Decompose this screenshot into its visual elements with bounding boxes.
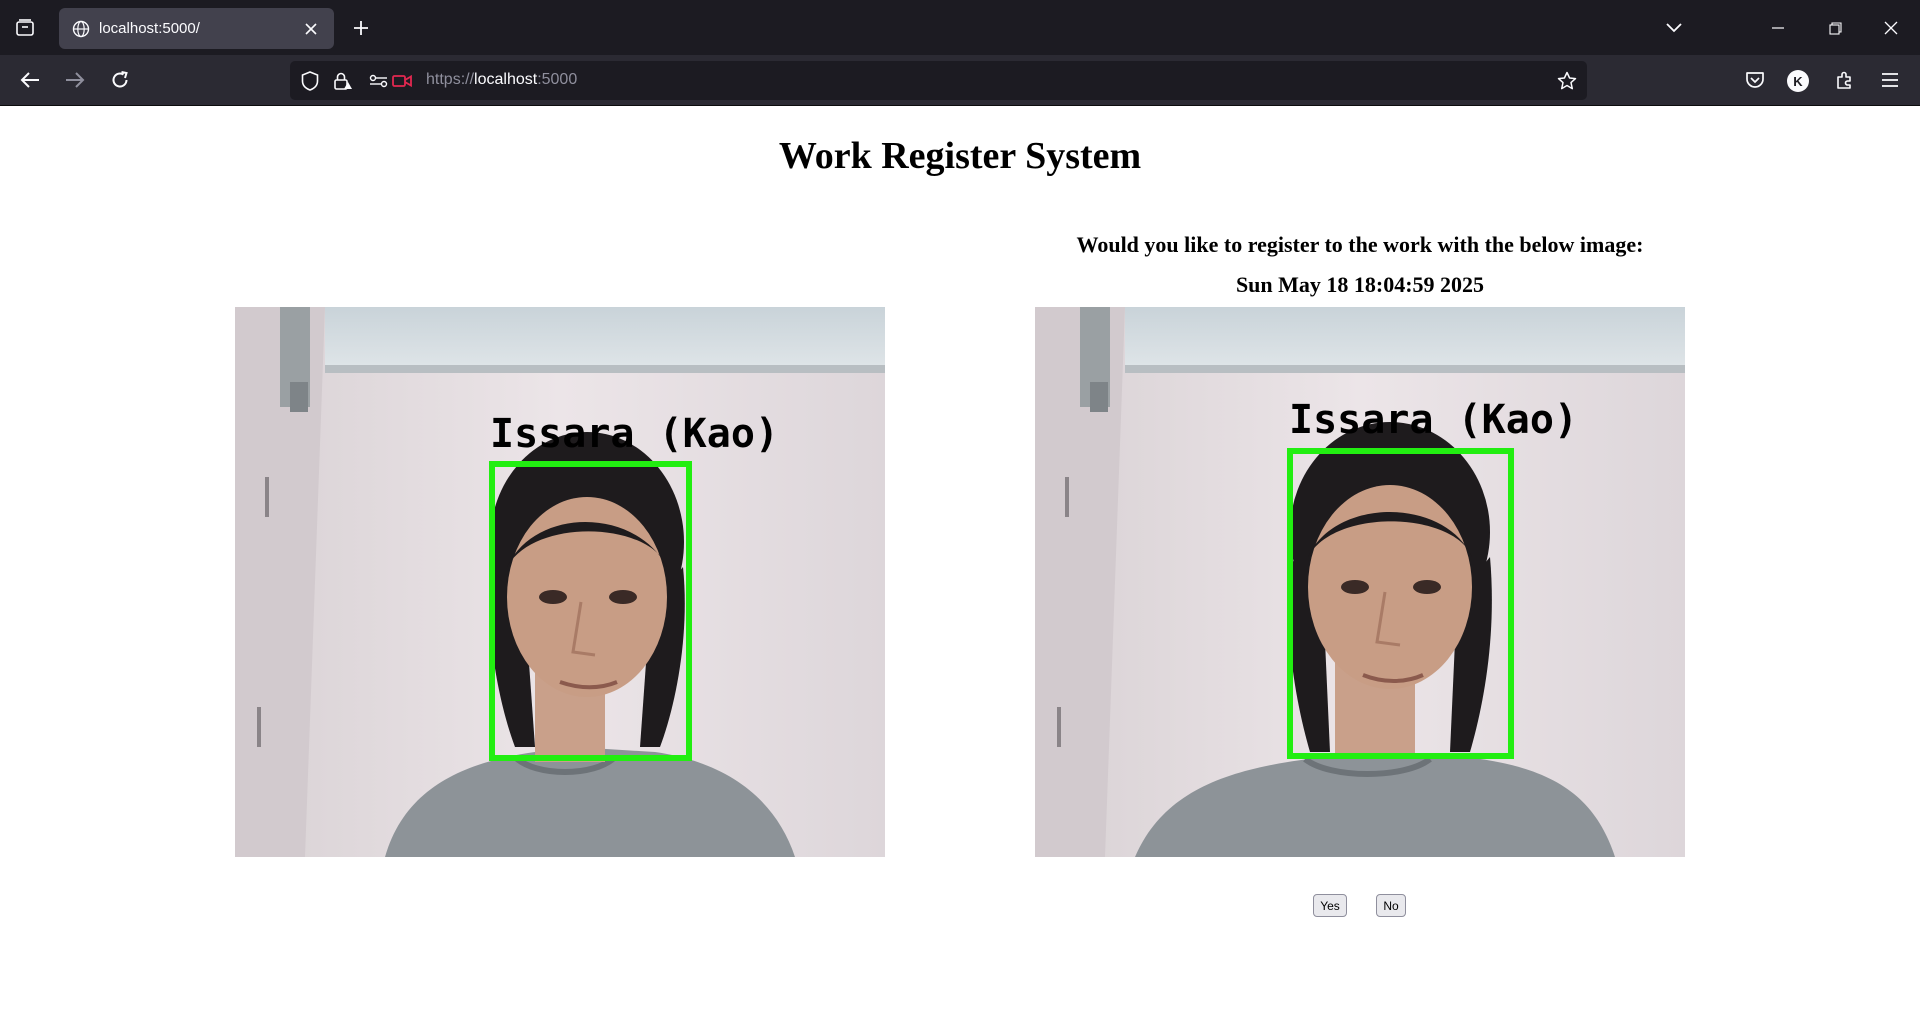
page-title: Work Register System bbox=[778, 135, 1142, 177]
tab-list-icon[interactable] bbox=[8, 12, 42, 44]
url-scheme: https:// bbox=[426, 71, 475, 88]
capture-timestamp: Sun May 18 18:04:59 2025 bbox=[1235, 272, 1485, 297]
tab-title: localhost:5000/ bbox=[99, 20, 200, 37]
tab-bar: localhost:5000/ bbox=[0, 0, 1920, 55]
url-host: localhost bbox=[474, 71, 538, 88]
profile-avatar[interactable]: K bbox=[1787, 70, 1809, 92]
globe-icon bbox=[71, 19, 91, 39]
url-text[interactable]: https://localhost:5000 bbox=[426, 71, 577, 89]
navigation-toolbar: https://localhost:5000 K bbox=[0, 55, 1920, 106]
extensions-icon[interactable] bbox=[1828, 63, 1862, 97]
captured-image: Issara (Kao) bbox=[1035, 307, 1685, 857]
hamburger-menu-icon[interactable] bbox=[1873, 63, 1907, 97]
reload-icon[interactable] bbox=[103, 63, 137, 97]
permissions-icon[interactable] bbox=[367, 69, 391, 93]
pocket-icon[interactable] bbox=[1738, 63, 1772, 97]
page-content: Work Register System Would you like to r… bbox=[0, 106, 1920, 1020]
forward-arrow-icon[interactable] bbox=[58, 63, 92, 97]
chevron-down-icon[interactable] bbox=[1658, 12, 1690, 44]
face-label: Issara (Kao) bbox=[490, 411, 779, 457]
window-close-icon[interactable] bbox=[1868, 8, 1914, 48]
url-port: :5000 bbox=[537, 71, 578, 88]
star-icon[interactable] bbox=[1555, 69, 1579, 93]
shield-icon[interactable] bbox=[298, 69, 322, 93]
face-label: Issara (Kao) bbox=[1289, 397, 1578, 443]
plus-icon[interactable] bbox=[345, 12, 377, 44]
no-button[interactable]: No bbox=[1376, 894, 1406, 917]
active-tab[interactable]: localhost:5000/ bbox=[59, 8, 334, 49]
minimize-icon[interactable] bbox=[1755, 8, 1801, 48]
live-camera-image: Issara (Kao) bbox=[235, 307, 885, 857]
close-icon[interactable] bbox=[300, 18, 322, 40]
yes-button[interactable]: Yes bbox=[1313, 894, 1347, 917]
register-question: Would you like to register to the work w… bbox=[1076, 232, 1644, 257]
restore-icon[interactable] bbox=[1812, 8, 1858, 48]
lock-icon[interactable] bbox=[331, 69, 355, 93]
back-arrow-icon[interactable] bbox=[13, 63, 47, 97]
url-bar[interactable]: https://localhost:5000 bbox=[290, 61, 1587, 100]
camera-icon[interactable] bbox=[390, 69, 414, 93]
